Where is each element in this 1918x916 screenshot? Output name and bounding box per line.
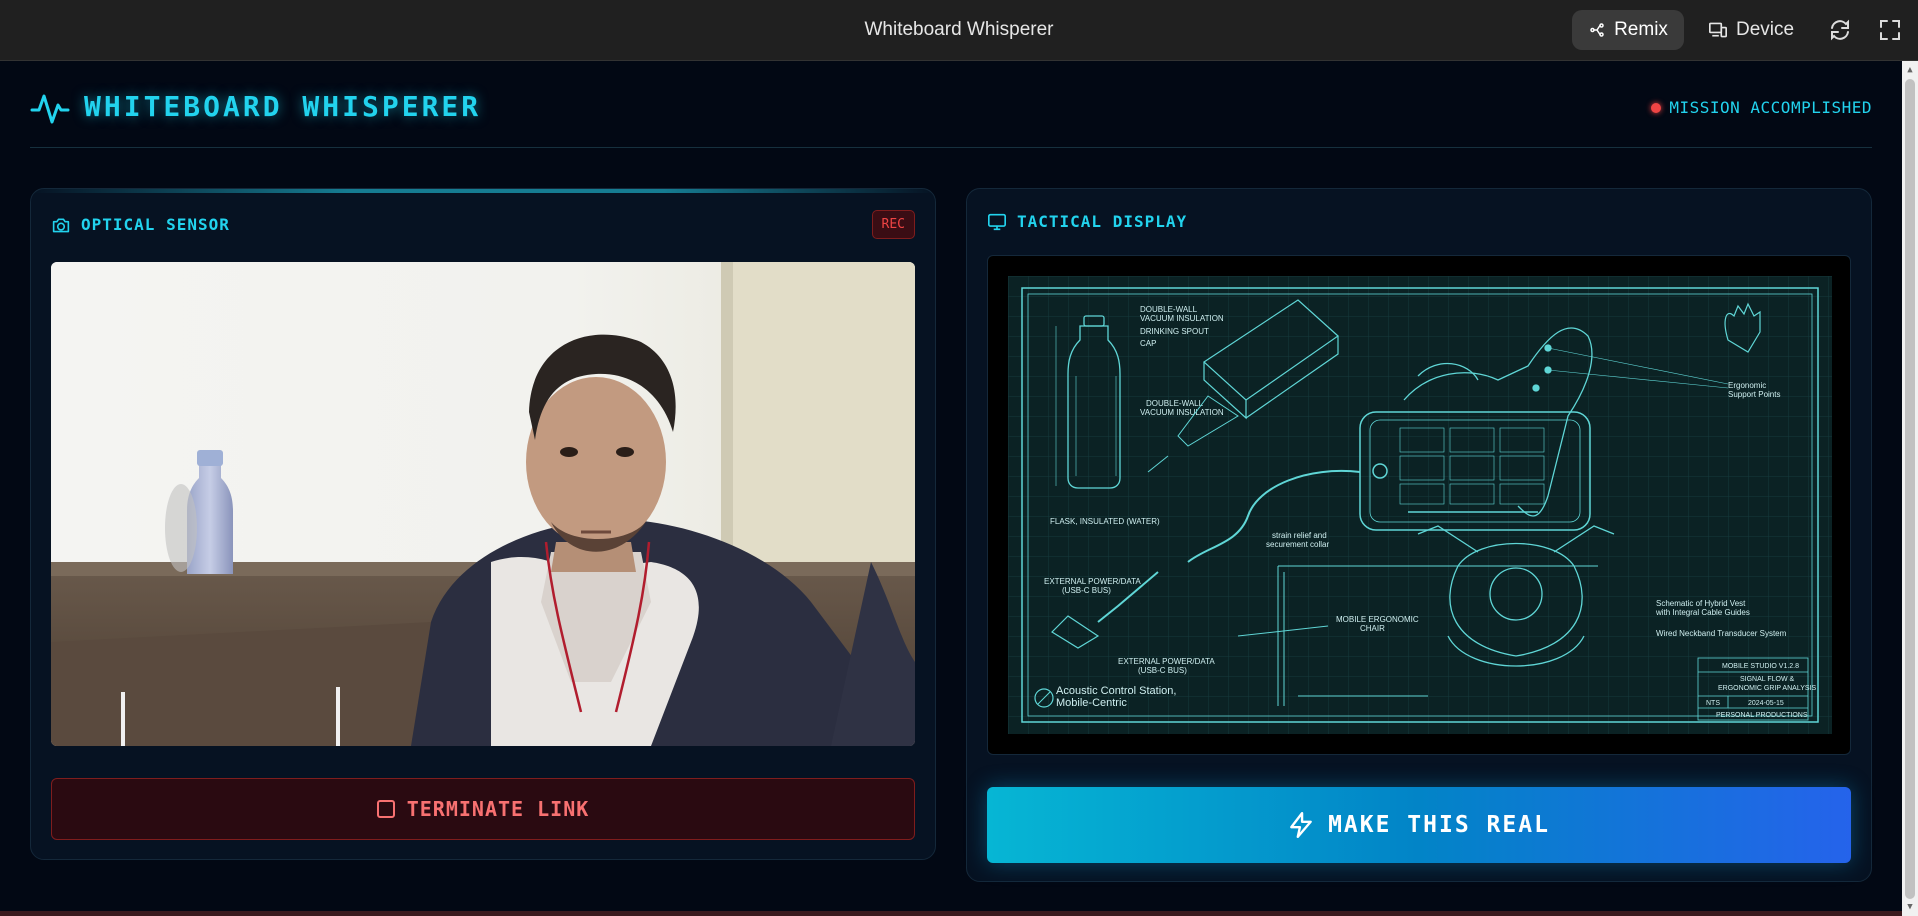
display-frame: DOUBLE-WALL VACUUM INSULATION DRINKING S… (987, 255, 1851, 755)
bp-label-station-2: Mobile-Centric (1056, 697, 1127, 709)
bp-label-vest-1: Schematic of Hybrid Vest (1656, 599, 1746, 608)
monitor-icon (988, 213, 1006, 230)
tactical-display-header: TACTICAL DISPLAY (987, 212, 1187, 231)
bp-label-double-wall-2: DOUBLE-WALL (1146, 399, 1204, 408)
bp-label-ext-power-2: EXTERNAL POWER/DATA (1118, 657, 1215, 666)
bp-label-vest-2: with Integral Cable Guides (1655, 608, 1750, 617)
activity-pulse-icon (30, 94, 70, 124)
fullscreen-icon[interactable] (1878, 18, 1902, 42)
bp-label-station-1: Acoustic Control Station, (1056, 685, 1176, 697)
app-header: WHITEBOARD WHISPERER MISSION ACCOMPLISHE… (30, 62, 1872, 148)
make-this-real-button[interactable]: MAKE THIS REAL (987, 787, 1851, 863)
bp-label-mobile-chair-2: CHAIR (1360, 624, 1385, 633)
stop-square-icon (376, 800, 395, 818)
page-scrollbar[interactable]: ▲ ▼ (1902, 61, 1918, 916)
bp-label-usbc-1: (USB-C BUS) (1062, 586, 1111, 595)
blueprint-image: DOUBLE-WALL VACUUM INSULATION DRINKING S… (1008, 276, 1832, 734)
refresh-icon[interactable] (1828, 18, 1852, 42)
optical-sensor-panel: OPTICAL SENSOR REC TERMINATE LINK (30, 188, 936, 860)
camera-feed (51, 262, 915, 746)
bp-label-mobile-chair-1: MOBILE ERGONOMIC (1336, 615, 1419, 624)
make-this-real-label: MAKE THIS REAL (1328, 812, 1550, 838)
lightning-bolt-icon (1290, 811, 1312, 839)
bp-label-ext-power-1: EXTERNAL POWER/DATA (1044, 577, 1141, 586)
terminate-link-button[interactable]: TERMINATE LINK (51, 778, 915, 840)
bp-title-date: 2024-05-15 (1748, 700, 1784, 707)
bp-label-vacuum-2: VACUUM INSULATION (1140, 408, 1224, 417)
tactical-display-title: TACTICAL DISPLAY (1017, 212, 1188, 231)
bp-label-support-points: Support Points (1728, 390, 1780, 399)
bp-title-sheet-2: ERGONOMIC GRIP ANALYSIS (1718, 685, 1816, 692)
optical-sensor-title: OPTICAL SENSOR (81, 215, 230, 234)
scroll-thumb[interactable] (1905, 79, 1915, 899)
bp-label-usbc-2: (USB-C BUS) (1138, 666, 1187, 675)
bp-label-neckband: Wired Neckband Transducer System (1656, 629, 1787, 638)
bp-label-securement: securement collar (1266, 540, 1329, 549)
bp-label-double-wall-1: DOUBLE-WALL (1140, 305, 1198, 314)
bp-label-strain-relief: strain relief and (1272, 531, 1327, 540)
bp-label-drinking-spout: DRINKING SPOUT (1140, 327, 1209, 336)
rec-badge: REC (871, 210, 915, 239)
scroll-down-icon[interactable]: ▼ (1905, 902, 1915, 912)
bp-title-client: PERSONAL PRODUCTIONS (1716, 712, 1808, 719)
mission-status: MISSION ACCOMPLISHED (1651, 98, 1872, 117)
bp-label-cap: CAP (1140, 339, 1156, 348)
app-title: WHITEBOARD WHISPERER (84, 90, 482, 123)
optical-sensor-header: OPTICAL SENSOR (51, 215, 230, 234)
bp-title-scale: NTS (1706, 700, 1720, 707)
bp-label-vacuum-1: VACUUM INSULATION (1140, 314, 1224, 323)
webcam-image (51, 262, 915, 746)
status-text: MISSION ACCOMPLISHED (1669, 98, 1872, 117)
tactical-display-panel: TACTICAL DISPLAY DOUBLE-WALL VACUUM INSU… (966, 188, 1872, 882)
remix-button[interactable]: Remix (1572, 10, 1684, 50)
terminate-link-label: TERMINATE LINK (406, 797, 590, 821)
device-button[interactable]: Device (1708, 10, 1818, 50)
devices-icon (1709, 22, 1727, 38)
device-label: Device (1736, 19, 1795, 40)
bp-label-ergonomic: Ergonomic (1728, 381, 1766, 390)
scroll-up-icon[interactable]: ▲ (1905, 65, 1915, 75)
camera-icon (52, 217, 70, 232)
app-top-bar: Whiteboard Whisperer Remix Device (0, 0, 1918, 61)
bp-label-flask: FLASK, INSULATED (WATER) (1050, 517, 1160, 526)
remix-icon (1590, 23, 1604, 37)
bottom-edge (0, 911, 1902, 916)
bp-title-sheet-1: SIGNAL FLOW & (1740, 676, 1795, 683)
status-dot-icon (1651, 102, 1662, 113)
remix-label: Remix (1614, 19, 1668, 40)
bp-title-project: MOBILE STUDIO V1.2.8 (1722, 663, 1799, 670)
